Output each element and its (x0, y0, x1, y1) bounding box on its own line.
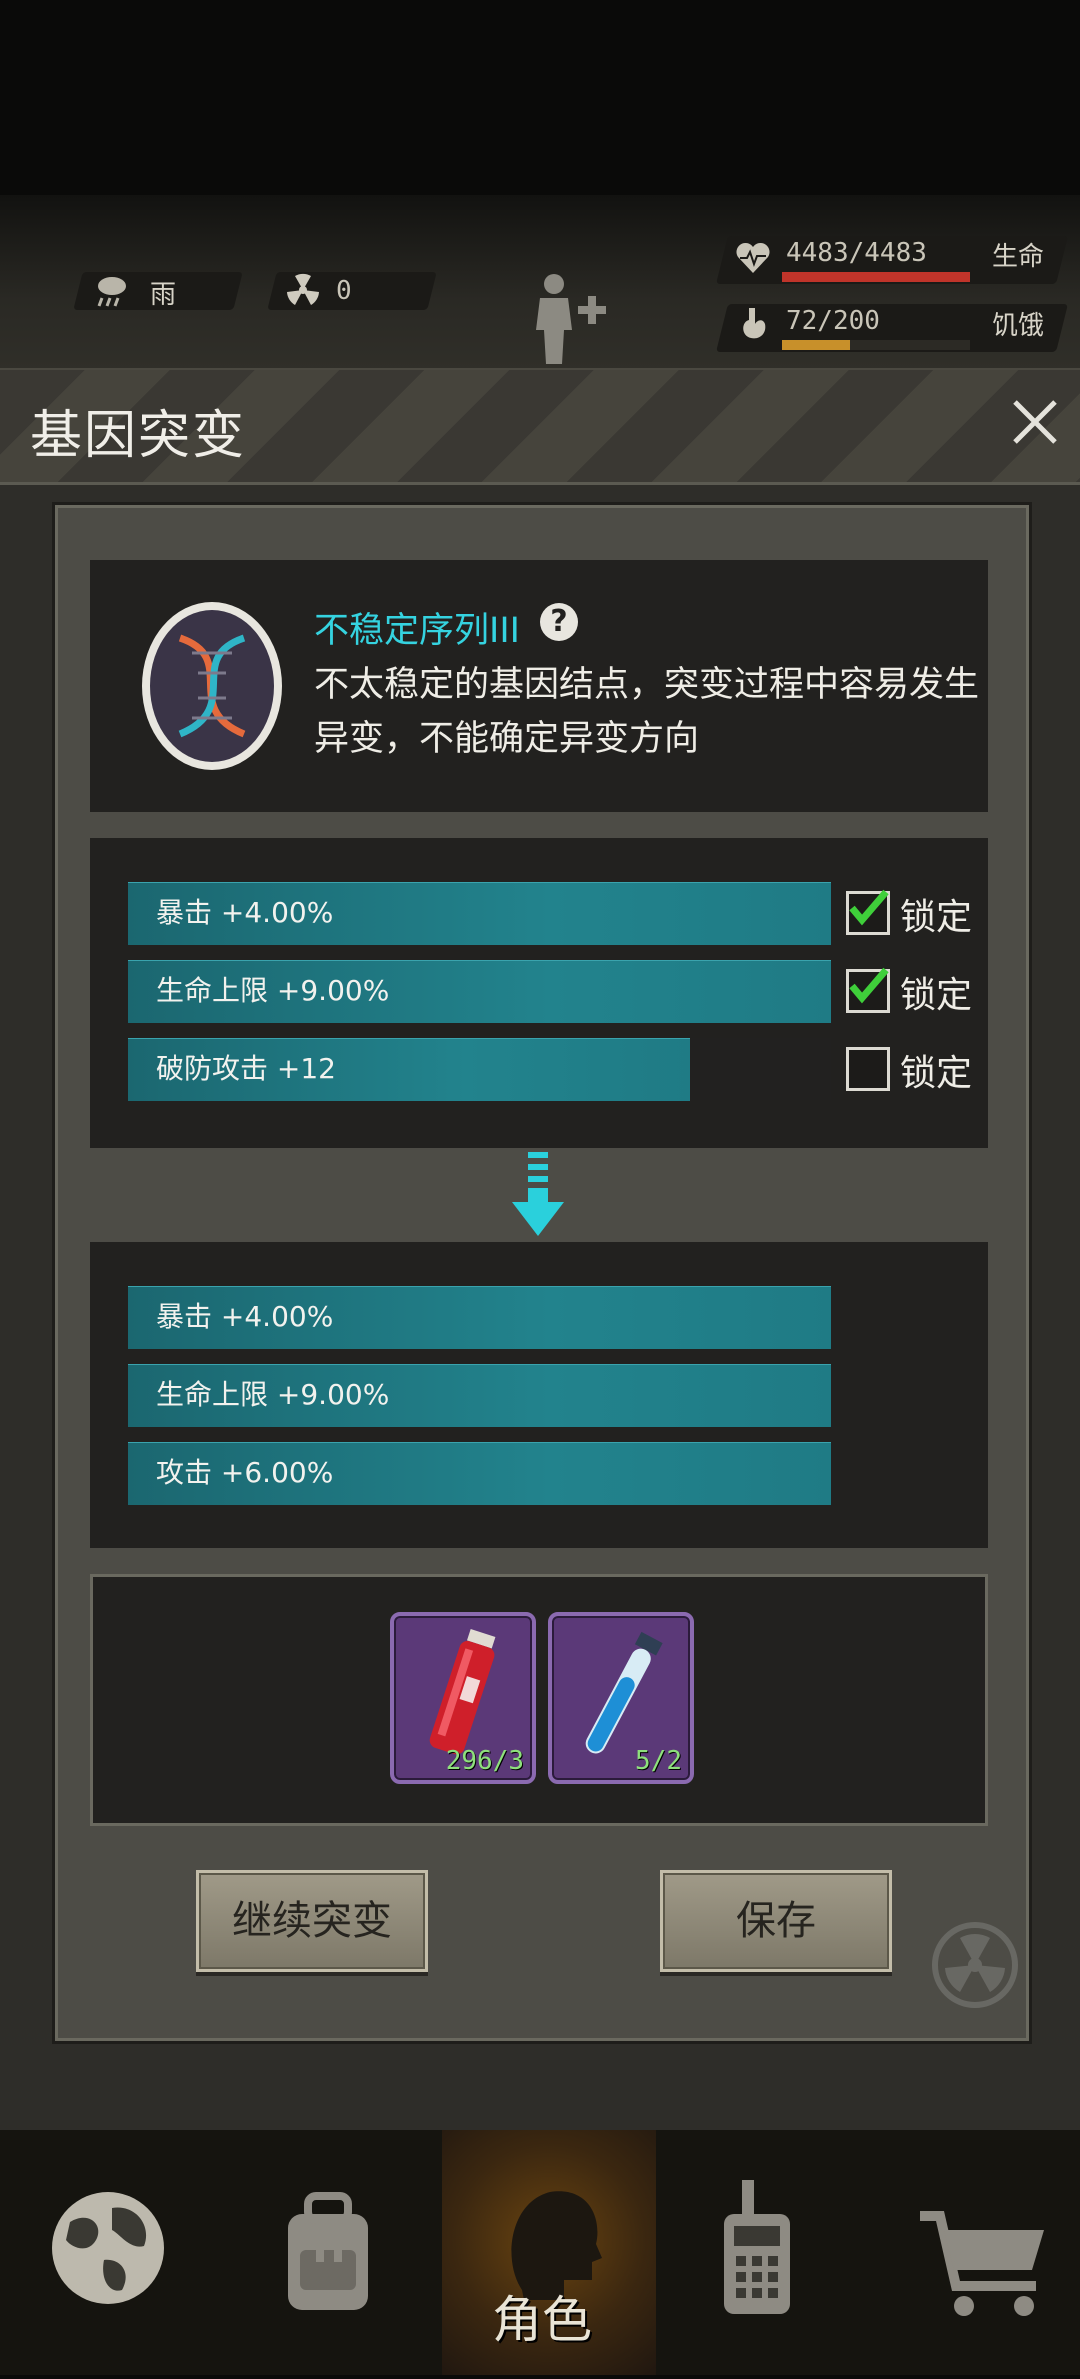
nav-character-label: 角色 (492, 2291, 592, 2349)
hunger-bar (782, 340, 970, 350)
stat-row: 攻击 +6.00% (128, 1442, 831, 1505)
stat-row: 生命上限 +9.00% (128, 960, 831, 1023)
save-button[interactable]: 保存 (660, 1870, 892, 1972)
hunger-text: 72/200 (786, 306, 880, 336)
close-button[interactable] (1005, 392, 1065, 452)
lock-label: 锁定 (900, 1053, 973, 1094)
stat-text: 攻击 +6.00% (156, 1456, 334, 1489)
close-icon (1013, 400, 1057, 444)
stat-text: 生命上限 +9.00% (156, 974, 390, 1007)
stomach-icon (737, 306, 771, 346)
body-heal-icon[interactable] (522, 268, 622, 368)
item-count: 296/3 (445, 1746, 524, 1776)
lock-label: 锁定 (900, 897, 973, 938)
backpack-icon (288, 2192, 368, 2310)
stat-row: 暴击 +4.00% (128, 882, 831, 945)
item-count: 5/2 (635, 1746, 682, 1776)
nav-radio[interactable] (650, 2130, 864, 2375)
stat-text: 生命上限 +9.00% (156, 1378, 390, 1411)
weather-label: 雨 (150, 280, 177, 310)
arrow-down-icon (510, 1152, 566, 1240)
health-bar-fill (782, 272, 970, 282)
walkie-talkie-icon (724, 2180, 790, 2314)
lock-checkbox[interactable] (846, 967, 890, 1013)
lock-label: 锁定 (900, 975, 973, 1016)
materials-section (90, 1574, 988, 1826)
gene-description: 不太稳定的基因结点，突变过程中容易发生异变，不能确定异变方向 (314, 665, 980, 759)
radiation-icon (285, 272, 321, 308)
continue-mutation-button[interactable]: 继续突变 (196, 1870, 428, 1972)
stat-text: 暴击 +4.00% (156, 896, 334, 929)
dna-icon[interactable] (140, 598, 285, 773)
radiation-value: 0 (336, 276, 352, 306)
nav-shop[interactable] (866, 2130, 1080, 2375)
heart-icon (735, 240, 771, 276)
rain-cloud-icon (92, 272, 132, 310)
gene-name: 不稳定序列III (314, 611, 520, 651)
lock-checkbox[interactable] (846, 1047, 890, 1091)
nav-backpack[interactable] (216, 2130, 430, 2375)
shopping-cart-icon (920, 2211, 1044, 2316)
item-slot-red-vial[interactable]: 296/3 (390, 1612, 536, 1784)
stat-row: 破防攻击 +12 (128, 1038, 831, 1101)
checkmark-icon (849, 889, 889, 926)
health-text: 4483/4483 (786, 238, 927, 268)
health-label: 生命 (992, 242, 1045, 272)
hunger-label: 饥饿 (992, 311, 1045, 341)
health-bar (782, 272, 970, 282)
dialog-title: 基因突变 (30, 406, 247, 466)
stat-row: 生命上限 +9.00% (128, 1364, 831, 1427)
radiation-watermark-icon (930, 1920, 1020, 2010)
nav-character[interactable]: 角色 (442, 2130, 656, 2375)
stat-text: 破防攻击 +12 (156, 1052, 336, 1085)
globe-icon (52, 2192, 164, 2304)
item-slot-blue-tube[interactable]: 5/2 (548, 1612, 694, 1784)
lock-checkbox[interactable] (846, 889, 890, 935)
hunger-bar-fill (782, 340, 850, 350)
checkmark-icon (849, 967, 889, 1004)
nav-map[interactable] (0, 2130, 214, 2375)
help-icon[interactable]: ? (540, 603, 578, 641)
stat-row: 暴击 +4.00% (128, 1286, 831, 1349)
stat-text: 暴击 +4.00% (156, 1300, 334, 1333)
